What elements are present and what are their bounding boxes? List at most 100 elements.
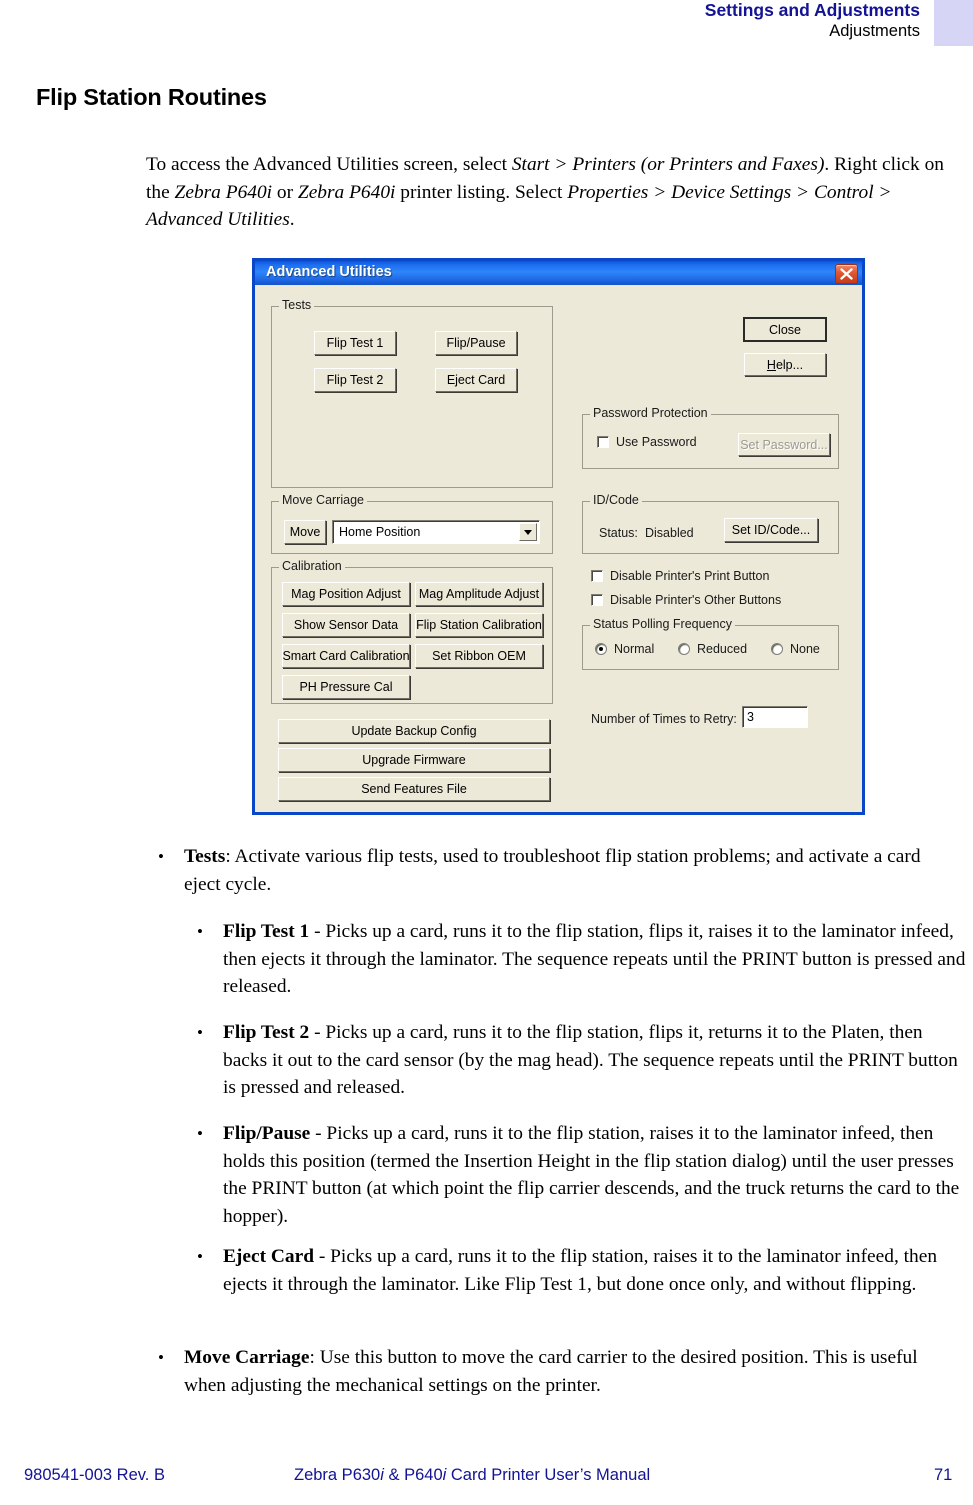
list-item-term: Tests [184,846,226,867]
move-carriage-group: Move Carriage Move Home Position [271,493,553,554]
flip-test-2-button[interactable]: Flip Test 2 [314,368,396,392]
set-id-code-button[interactable]: Set ID/Code... [724,518,818,542]
bullet-marker: • [197,1124,203,1143]
checkbox-box-icon [591,570,603,582]
list-item-term: Eject Card [223,1246,314,1267]
id-code-status-label: Status: [599,526,638,540]
list-item-term: Move Carriage [184,1347,310,1368]
chevron-down-glyph [524,529,532,535]
retry-count-input[interactable]: 3 [742,706,808,728]
chevron-down-icon[interactable] [519,523,537,541]
checkbox-box-icon [597,436,609,448]
radio-icon [678,643,690,655]
calibration-legend: Calibration [279,559,345,573]
running-head: Settings and Adjustments Adjustments [0,0,973,52]
list-item-term: Flip/Pause [223,1123,311,1144]
intro-text-3: or [272,181,298,203]
list-item: • Move Carriage: Use this button to move… [158,1344,958,1399]
list-item: • Flip Test 1 - Picks up a card, runs it… [197,918,967,1001]
move-carriage-legend-accel: g [350,493,358,507]
use-password-checkbox[interactable]: Use Password [597,435,697,449]
page-title: Flip Station Routines [36,84,267,110]
ph-pressure-cal-button[interactable]: PH Pressure Cal [282,675,410,699]
dialog-title: Advanced Utilities [266,264,392,280]
help-accelerator: H [766,357,776,372]
intro-italic-2: Zebra P640i [174,181,273,203]
footer-manual-b: & P640 [383,1466,443,1484]
move-button[interactable]: Move [284,520,326,544]
polling-option-normal[interactable]: Normal [595,642,654,656]
status-polling-legend: Status Polling Frequency [590,617,735,631]
list-item-term: Flip Test 1 [223,921,310,942]
disable-print-button-checkbox[interactable]: Disable Printer's Print Button [591,569,769,583]
upgrade-firmware-button[interactable]: Upgrade Firmware [278,748,550,772]
close-icon[interactable] [835,264,858,284]
list-item-body: - Picks up a card, runs it to the flip s… [223,921,966,997]
bullet-marker: • [158,847,164,866]
polling-option-reduced-label: Reduced [697,642,748,656]
update-backup-config-button[interactable]: Update Backup Config [278,719,550,743]
show-sensor-data-button[interactable]: Show Sensor Data [282,613,410,637]
footer-manual-title: Zebra P630i & P640i Card Printer User’s … [294,1466,650,1485]
carriage-position-select[interactable]: Home Position [332,520,540,544]
polling-option-normal-label: Normal [614,642,655,656]
running-head-chapter: Settings and Adjustments [704,0,920,20]
password-protection-group: Password Protection Use Password Set Pas… [582,406,839,469]
id-code-group: ID/Code Status: Disabled Set ID/Code... [582,493,839,554]
move-carriage-legend: Move Carriage [279,493,367,507]
advanced-utilities-dialog: Advanced Utilities Tests Flip Test 1 Fli… [252,258,865,815]
intro-text-4: printer listing. Select [395,181,568,203]
bullet-marker: • [197,1247,203,1266]
smart-card-calibration-button[interactable]: Smart Card Calibration [282,644,410,668]
list-item-text: Tests: Activate various flip tests, used… [158,843,958,898]
bullet-marker: • [197,922,203,941]
tests-group-legend: Tests [279,298,315,312]
list-item-text: Flip/Pause - Picks up a card, runs it to… [197,1120,967,1230]
radio-selected-icon [595,643,607,655]
id-code-status-value: Disabled [645,526,694,540]
use-password-label: Use Password [616,435,697,449]
disable-other-buttons-label: Disable Printer's Other Buttons [610,593,782,607]
page-tab-marker [934,0,973,46]
page-footer: 980541-003 Rev. B Zebra P630i & P640i Ca… [0,1466,973,1496]
flip-station-calibration-button[interactable]: Flip Station Calibration [415,613,543,637]
list-item-term: Flip Test 2 [223,1022,310,1043]
disable-print-button-label: Disable Printer's Print Button [610,569,770,583]
flip-test-1-button[interactable]: Flip Test 1 [314,331,396,355]
set-ribbon-oem-button[interactable]: Set Ribbon OEM [415,644,543,668]
list-item-body: - Picks up a card, runs it to the flip s… [223,1123,960,1227]
list-item-body: : Activate various flip tests, used to t… [184,846,921,895]
move-carriage-legend-a: Move Carria [282,493,351,507]
footer-manual-c: Card Printer User’s Manual [446,1466,651,1484]
help-button[interactable]: Help... [744,353,826,376]
footer-page-number: 71 [934,1466,953,1484]
intro-text-1: To access the Advanced Utilities screen,… [146,154,512,176]
running-head-section: Adjustments [829,22,920,40]
polling-option-none[interactable]: None [771,642,820,656]
dialog-client-area: Tests Flip Test 1 Flip/Pause Flip Test 2… [255,285,862,812]
mag-amplitude-adjust-button[interactable]: Mag Amplitude Adjust [415,582,543,606]
bullet-marker: • [158,1348,164,1367]
set-password-button[interactable]: Set Password... [738,433,830,456]
flip-pause-button[interactable]: Flip/Pause [435,331,517,355]
tests-group: Tests Flip Test 1 Flip/Pause Flip Test 2… [271,298,553,488]
list-item-text: Eject Card - Picks up a card, runs it to… [197,1243,949,1298]
list-item-body: - Picks up a card, runs it to the flip s… [223,1246,938,1295]
list-item: • Flip/Pause - Picks up a card, runs it … [197,1120,967,1230]
list-item: • Flip Test 2 - Picks up a card, runs it… [197,1019,967,1102]
carriage-position-value: Home Position [339,525,421,539]
polling-option-none-label: None [790,642,820,656]
intro-italic-1: Start > Printers (or Printers and Faxes) [511,154,825,176]
close-x-glyph [840,268,853,280]
mag-position-adjust-button[interactable]: Mag Position Adjust [282,582,410,606]
retry-count-label: Number of Times to Retry: [591,712,737,726]
list-item-text: Flip Test 1 - Picks up a card, runs it t… [197,918,967,1001]
bullet-marker: • [197,1023,203,1042]
id-code-legend: ID/Code [590,493,642,507]
close-button[interactable]: Close [744,318,826,341]
footer-manual-a: Zebra P630 [294,1466,381,1484]
polling-option-reduced[interactable]: Reduced [678,642,747,656]
send-features-file-button[interactable]: Send Features File [278,777,550,801]
eject-card-button[interactable]: Eject Card [435,368,517,392]
disable-other-buttons-checkbox[interactable]: Disable Printer's Other Buttons [591,593,781,607]
